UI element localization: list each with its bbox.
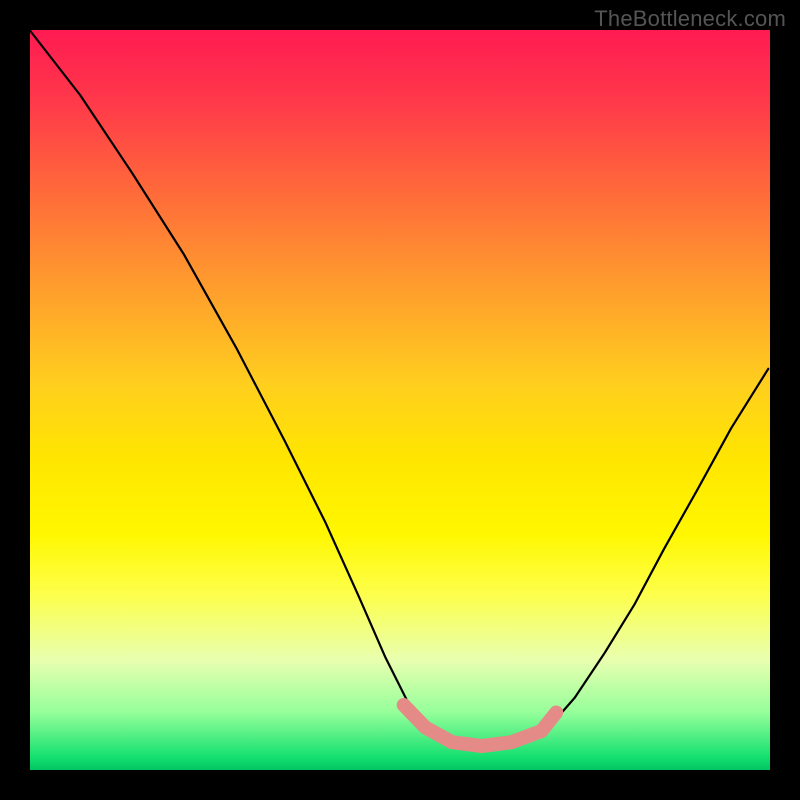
chart-frame: TheBottleneck.com <box>0 0 800 800</box>
tolerance-band <box>404 705 557 746</box>
left-descent-curve <box>28 28 425 727</box>
curve-layer <box>28 28 772 772</box>
right-ascent-curve <box>549 369 769 728</box>
plot-area <box>28 28 772 772</box>
